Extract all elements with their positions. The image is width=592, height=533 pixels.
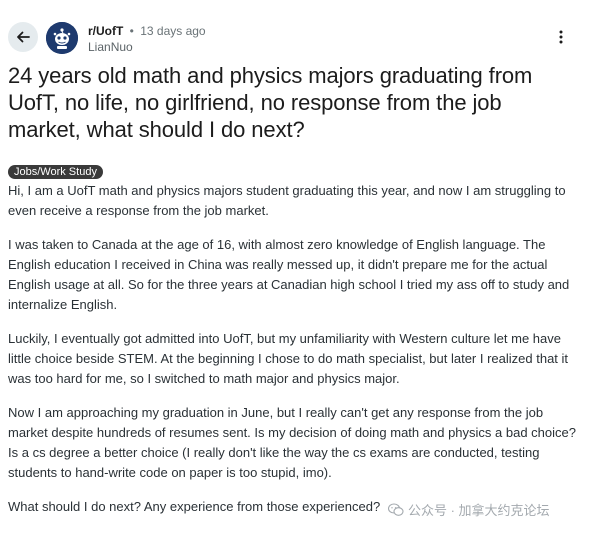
watermark-text: 公众号 · 加拿大约克论坛 (408, 503, 550, 518)
subreddit-name[interactable]: r/UofT (88, 24, 123, 38)
arrow-left-icon (17, 31, 30, 43)
post-header: r/UofT • 13 days ago LianNuo (0, 0, 592, 60)
more-vertical-icon (559, 30, 563, 44)
wechat-icon (388, 502, 404, 516)
meta-separator: • (129, 24, 134, 38)
post-body: Hi, I am a UofT math and physics majors … (8, 181, 580, 531)
body-paragraph: Luckily, I eventually got admitted into … (8, 331, 569, 386)
back-button[interactable] (8, 22, 38, 52)
watermark: 公众号 · 加拿大约克论坛 (388, 500, 550, 519)
post-author[interactable]: LianNuo (88, 40, 133, 54)
body-paragraph: I was taken to Canada at the age of 16, … (8, 237, 570, 312)
post-flair[interactable]: Jobs/Work Study (8, 165, 103, 179)
uoft-logo-avatar (46, 22, 78, 54)
subreddit-avatar[interactable] (46, 22, 78, 54)
subreddit-meta: r/UofT • 13 days ago (88, 24, 206, 38)
body-paragraph: Hi, I am a UofT math and physics majors … (8, 183, 566, 218)
more-options-button[interactable] (550, 26, 572, 48)
post-time: 13 days ago (140, 24, 206, 38)
body-paragraph: Now I am approaching my graduation in Ju… (8, 405, 576, 480)
post-title: 24 years old math and physics majors gra… (8, 63, 533, 142)
